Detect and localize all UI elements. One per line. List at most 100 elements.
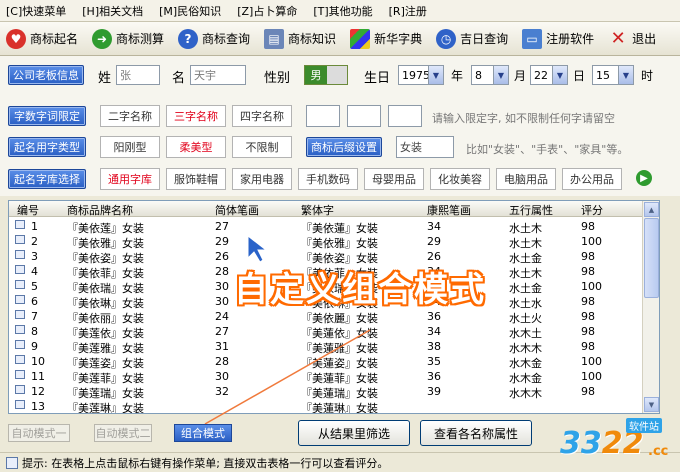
option-unlimited[interactable]: 不限制 [232, 136, 292, 158]
birthday-label: 生日 [364, 71, 391, 86]
menu-divination[interactable]: [Z]占卜算命 [237, 3, 297, 19]
toolbar-label: 退出 [632, 32, 657, 46]
scroll-down-icon[interactable]: ▼ [644, 397, 659, 412]
toolbar-trademark-query-button[interactable]: ? 商标查询 [178, 25, 250, 53]
table-cell: 34 [427, 325, 441, 338]
limit-char-input-2[interactable] [347, 105, 381, 127]
word-limit-button[interactable]: 字数字词限定 [8, 106, 86, 126]
suffix-setting-button[interactable]: 商标后缀设置 [306, 137, 382, 157]
table-cell: 30 [215, 280, 229, 293]
next-page-icon[interactable]: ▶ [636, 170, 652, 186]
given-name-input[interactable]: 天宇 [190, 65, 246, 85]
gender-toggle[interactable]: 男 [304, 65, 348, 85]
column-header[interactable]: 五行属性 [509, 202, 553, 218]
library-option-baby[interactable]: 母婴用品 [364, 168, 424, 190]
overlay-caption: 自定义组合模式 [234, 270, 486, 310]
table-cell: 30 [215, 370, 229, 383]
table-cell: 29 [215, 235, 229, 248]
table-row[interactable]: 13 『美莲琳』女装 『美蓮琳』女裝 [9, 399, 643, 413]
option-four-char[interactable]: 四字名称 [232, 105, 292, 127]
toolbar-register-button[interactable]: ▭ 注册软件 [522, 25, 594, 53]
toolbar-trademark-knowledge-button[interactable]: ▤ 商标知识 [264, 25, 336, 53]
birth-day-select[interactable]: 22 ▼ [530, 65, 568, 85]
toolbar-dictionary-button[interactable]: 新华字典 [350, 25, 422, 53]
birth-hour-select[interactable]: 15 ▼ [592, 65, 634, 85]
toolbar: ♥ 商标起名 ➜ 商标测算 ? 商标查询 ▤ 商标知识 新华字典 ◷ 吉日查询 … [0, 22, 680, 56]
combination-mode-button[interactable]: 组合模式 [174, 424, 232, 442]
char-type-button[interactable]: 起名用字类型 [8, 137, 86, 157]
scroll-up-icon[interactable]: ▲ [644, 202, 659, 217]
column-header[interactable]: 商标品牌名称 [67, 202, 133, 218]
table-row[interactable]: 7 『美依丽』女装 24 『美依麗』女裝 36 水土火 98 [9, 309, 643, 325]
toolbar-trademark-naming-button[interactable]: ♥ 商标起名 [6, 25, 78, 53]
library-option-apparel[interactable]: 服饰鞋帽 [166, 168, 226, 190]
chevron-down-icon: ▼ [618, 66, 633, 84]
table-row[interactable]: 1 『美依莲』女装 27 『美依蓮』女裝 34 水土木 98 [9, 219, 643, 235]
suffix-input[interactable]: 女装 [396, 136, 454, 158]
table-cell: 100 [581, 280, 602, 293]
library-option-appliance[interactable]: 家用电器 [232, 168, 292, 190]
heart-icon: ♥ [6, 28, 26, 49]
char-library-button[interactable]: 起名字库选择 [8, 169, 86, 189]
filter-results-button[interactable]: 从结果里筛选 [298, 420, 410, 446]
table-row[interactable]: 10 『美莲姿』女装 28 『美蓮姿』女裝 35 水木金 100 [9, 354, 643, 370]
option-masculine[interactable]: 阳刚型 [100, 136, 160, 158]
menu-other[interactable]: [T]其他功能 [313, 3, 372, 19]
table-row[interactable]: 8 『美莲依』女装 27 『美蓮依』女裝 34 水木土 98 [9, 324, 643, 340]
option-three-char[interactable]: 三字名称 [166, 105, 226, 127]
day-unit: 日 [573, 69, 586, 83]
column-header[interactable]: 简体笔画 [215, 202, 259, 218]
library-option-computer[interactable]: 电脑用品 [496, 168, 556, 190]
option-feminine[interactable]: 柔美型 [166, 136, 226, 158]
library-option-general[interactable]: 通用字库 [100, 168, 160, 190]
limit-char-input-3[interactable] [388, 105, 422, 127]
birth-hour-value: 15 [596, 68, 610, 82]
library-option-cosmetics[interactable]: 化妆美容 [430, 168, 490, 190]
toolbar-lucky-day-button[interactable]: ◷ 吉日查询 [436, 25, 508, 53]
owner-info-button[interactable]: 公司老板信息 [8, 65, 84, 85]
library-option-office[interactable]: 办公用品 [562, 168, 622, 190]
menu-quick[interactable]: [C]快速菜单 [6, 3, 66, 19]
toolbar-exit-button[interactable]: ✕ 退出 [608, 25, 657, 53]
table-cell: 32 [215, 385, 229, 398]
toolbar-label: 吉日查询 [460, 32, 509, 46]
menu-folk[interactable]: [M]民俗知识 [159, 3, 221, 19]
auto-mode-two-button[interactable]: 自动模式二 [94, 424, 152, 442]
scroll-thumb[interactable] [644, 218, 659, 298]
birth-day-value: 22 [534, 68, 548, 82]
table-cell: 39 [427, 385, 441, 398]
toolbar-trademark-test-button[interactable]: ➜ 商标测算 [92, 25, 164, 53]
column-header[interactable]: 评分 [581, 202, 603, 218]
view-attributes-button[interactable]: 查看各名称属性 [420, 420, 532, 446]
auto-mode-one-button[interactable]: 自动模式一 [8, 424, 70, 442]
option-two-char[interactable]: 二字名称 [100, 105, 160, 127]
vertical-scrollbar[interactable]: ▲ ▼ [642, 201, 659, 413]
toolbar-label: 注册软件 [546, 32, 595, 46]
table-cell: 35 [427, 355, 441, 368]
birth-year-value: 1975 [402, 68, 430, 82]
table-cell: 11 [31, 370, 45, 383]
birth-month-select[interactable]: 8 ▼ [471, 65, 509, 85]
table-cell: 100 [581, 370, 602, 383]
table-cell: 28 [215, 355, 229, 368]
row-document-icon [15, 325, 25, 334]
watermark-logo: 3322 软件站 .cc [560, 418, 676, 468]
surname-input[interactable]: 张 [116, 65, 160, 85]
row-document-icon [15, 385, 25, 394]
suffix-hint: 比如"女装"、"手表"、"家具"等。 [466, 143, 629, 156]
library-option-digital[interactable]: 手机数码 [298, 168, 358, 190]
table-row[interactable]: 2 『美依雅』女装 29 『美依雅』女裝 29 水土木 100 [9, 234, 643, 250]
column-header[interactable]: 编号 [17, 202, 39, 218]
menu-docs[interactable]: [H]相关文档 [82, 3, 143, 19]
table-row[interactable]: 9 『美莲雅』女装 31 『美蓮雅』女裝 38 水木木 98 [9, 339, 643, 355]
table-cell: 7 [31, 310, 38, 323]
menu-register[interactable]: [R]注册 [389, 3, 427, 19]
birth-year-select[interactable]: 1975 ▼ [398, 65, 444, 85]
limit-char-input-1[interactable] [306, 105, 340, 127]
menu-bar: [C]快速菜单 [H]相关文档 [M]民俗知识 [Z]占卜算命 [T]其他功能 … [0, 0, 680, 22]
table-row[interactable]: 11 『美莲菲』女装 30 『美蓮菲』女裝 36 水木金 100 [9, 369, 643, 385]
table-row[interactable]: 12 『美莲瑞』女装 32 『美蓮瑞』女裝 39 水木木 98 [9, 384, 643, 400]
column-header[interactable]: 繁体字 [301, 202, 334, 218]
column-header[interactable]: 康熙笔画 [427, 202, 471, 218]
table-cell: 29 [427, 235, 441, 248]
